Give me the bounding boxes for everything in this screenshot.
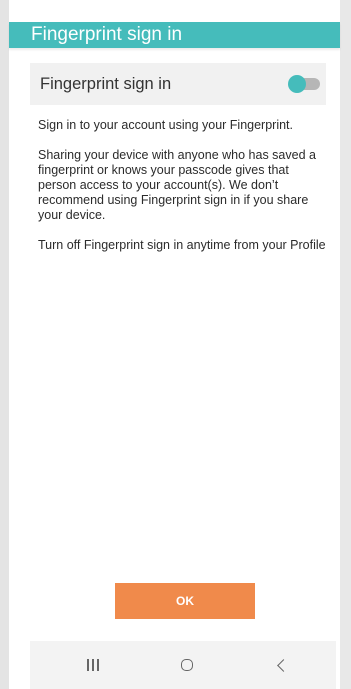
back-icon[interactable] — [266, 653, 296, 677]
page-title: Fingerprint sign in — [9, 22, 340, 48]
fingerprint-toggle-label: Fingerprint sign in — [40, 75, 172, 93]
home-icon[interactable] — [172, 653, 202, 677]
fingerprint-toggle-row[interactable]: Fingerprint sign in — [30, 63, 326, 105]
system-navigation-bar — [30, 641, 336, 689]
description-text: Sign in to your account using your Finge… — [38, 118, 328, 268]
recents-icon[interactable] — [78, 653, 108, 677]
description-paragraph-1: Sign in to your account using your Finge… — [38, 118, 293, 132]
description-paragraph-3: Turn off Fingerprint sign in anytime fro… — [38, 238, 326, 252]
ok-button[interactable]: OK — [115, 583, 255, 619]
description-paragraph-2: Sharing your device with anyone who has … — [38, 148, 316, 222]
toggle-knob — [288, 75, 306, 93]
fingerprint-toggle-switch[interactable] — [288, 75, 320, 93]
